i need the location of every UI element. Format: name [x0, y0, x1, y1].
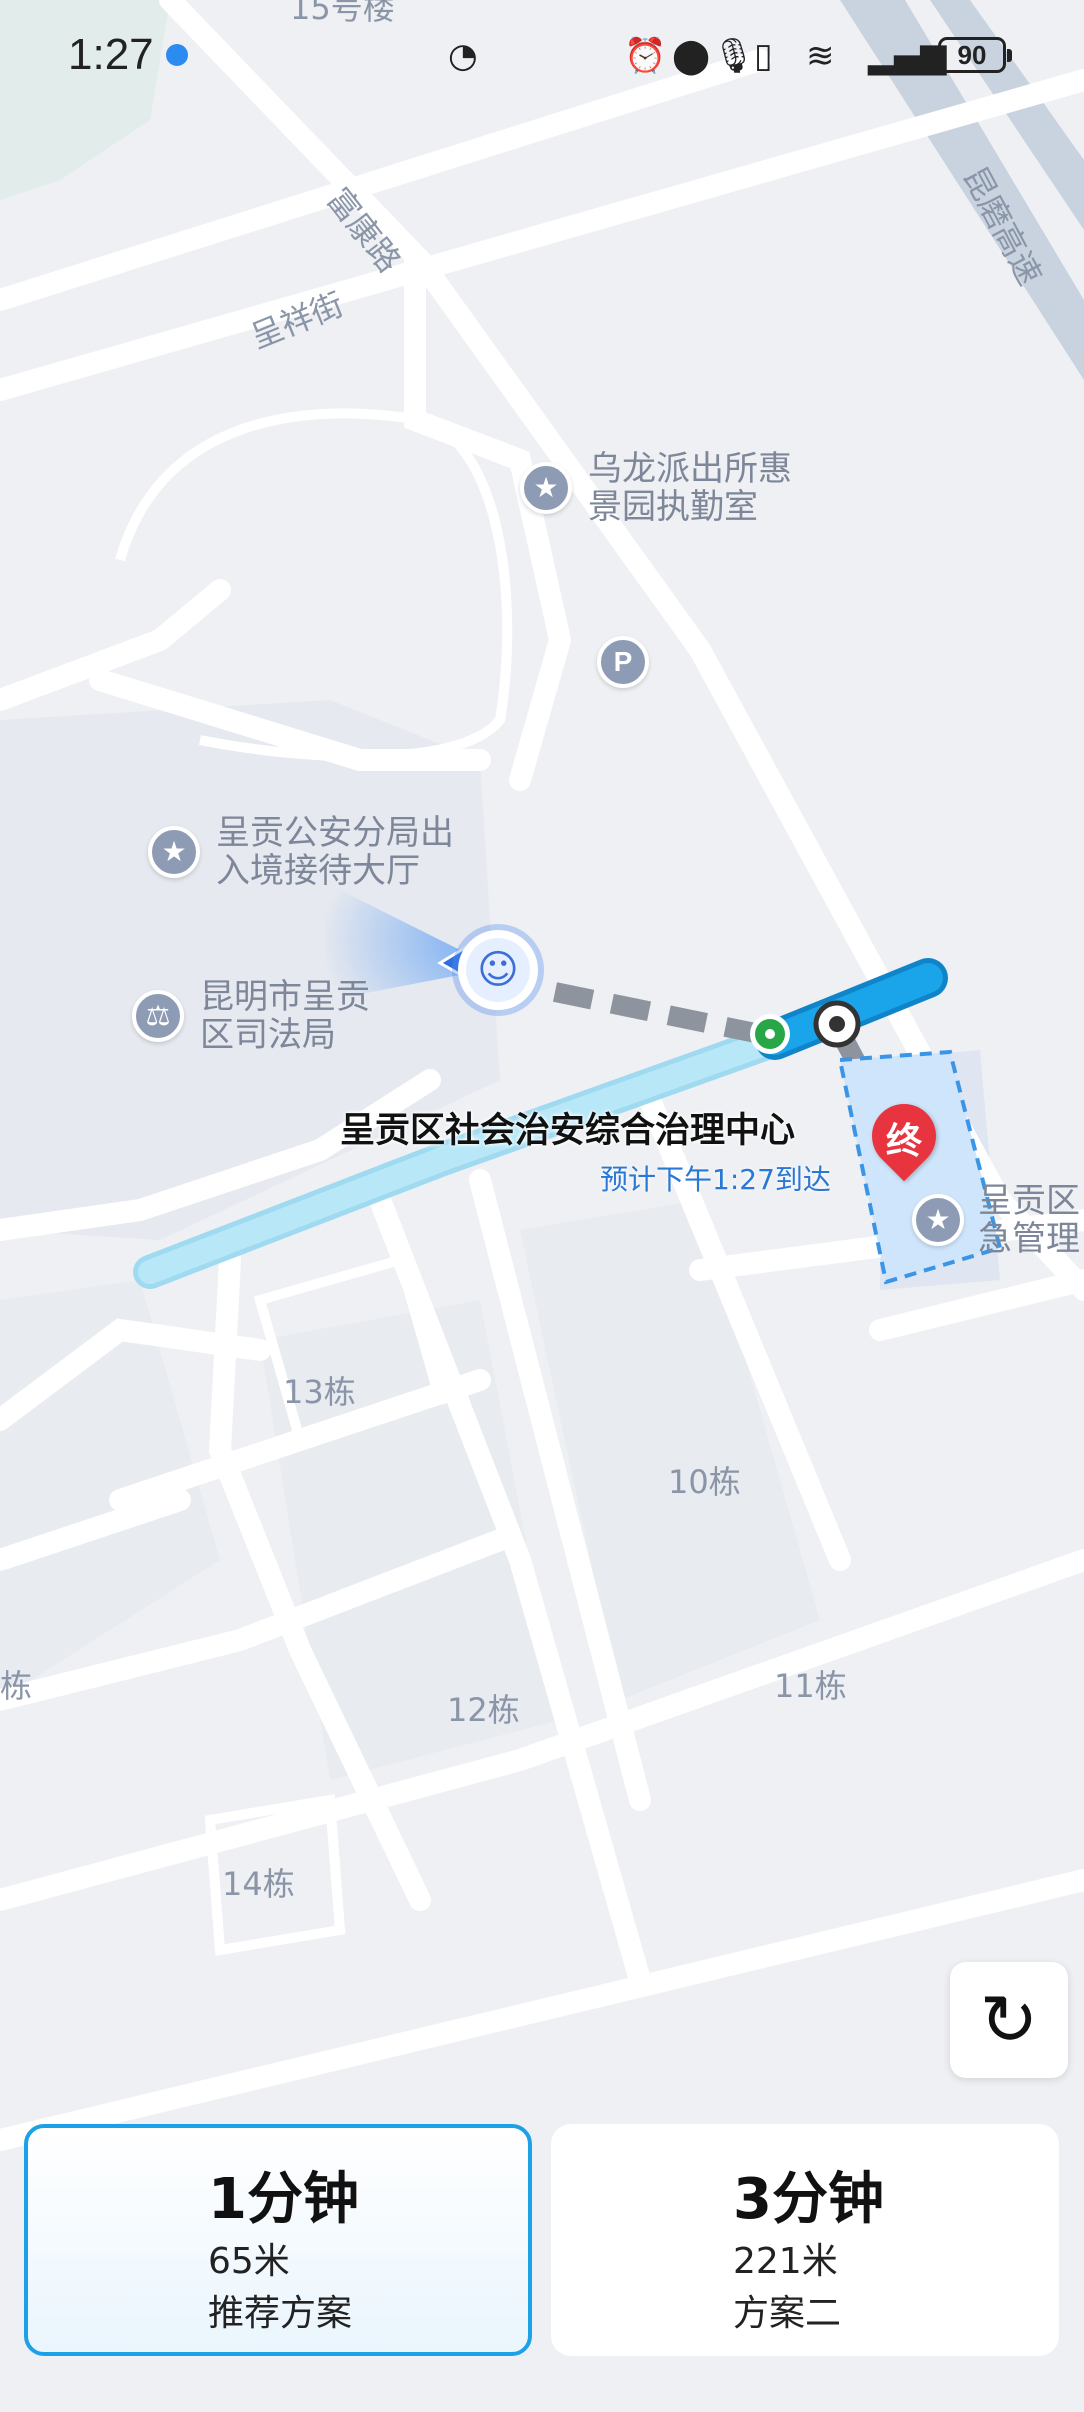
building-label: 11栋 [774, 1667, 847, 1705]
refresh-button[interactable]: ↻ [950, 1962, 1068, 2078]
scale-icon[interactable]: ⚖ [132, 990, 184, 1042]
poi-label[interactable]: 呈贡区 急管理 [978, 1182, 1080, 1258]
destination-eta: 预计下午1:27到达 [600, 1163, 831, 1196]
building-label: 10栋 [668, 1463, 741, 1501]
plan-distance: 221米 [733, 2241, 838, 2282]
plan-duration: 1分钟 [208, 2167, 359, 2232]
destination-name: 呈贡区社会治安综合治理中心 [340, 1111, 796, 1151]
building-label: 13栋 [283, 1373, 356, 1411]
poi-label[interactable]: 昆明市呈贡 区司法局 [200, 978, 370, 1054]
vibrate-icon: ▯ [754, 36, 773, 76]
building-label: 14栋 [222, 1865, 295, 1903]
wifi-icon: ≋ [806, 36, 835, 76]
location-icon: ⬤ [672, 36, 711, 76]
battery-indicator: 90 [938, 37, 1012, 73]
notification-icon [166, 44, 188, 66]
alarm-icon: ⏰ [624, 36, 667, 76]
star-icon[interactable]: ★ [912, 1194, 964, 1246]
poi-label[interactable]: 呈贡公安分局出 入境接待大厅 [216, 814, 454, 890]
refresh-icon: ↻ [979, 1979, 1039, 2061]
destination-marker-label: 终 [885, 1121, 922, 1162]
building-label: 栋 [0, 1667, 33, 1705]
user-location-avatar[interactable]: ☺ [458, 930, 538, 1010]
signal-icon: ▂▄▆ [868, 36, 947, 76]
status-time: 1:27 [68, 30, 154, 79]
route-plan-recommended[interactable]: 1分钟 65米 推荐方案 [24, 2124, 532, 2356]
speedometer-icon: ◔ [448, 36, 478, 76]
plan-label: 方案二 [733, 2293, 842, 2334]
plan-label: 推荐方案 [208, 2293, 353, 2334]
parking-icon[interactable]: P [597, 636, 649, 688]
building-label: 12栋 [447, 1691, 520, 1729]
status-bar: 1:27 ◔ ⏰ ⬤ 🎙 ▯ ≋ ▂▄▆ 90 [0, 0, 1084, 110]
avatar-icon: ☺ [466, 938, 530, 1002]
plan-duration: 3分钟 [733, 2167, 884, 2232]
road-label: 15号楼 [290, 0, 395, 27]
star-icon[interactable]: ★ [148, 826, 200, 878]
star-icon[interactable]: ★ [520, 462, 572, 514]
mic-icon: 🎙 [712, 36, 756, 76]
route-plan-two[interactable]: 3分钟 221米 方案二 [551, 2124, 1059, 2356]
poi-label[interactable]: 乌龙派出所惠 景园执勤室 [588, 450, 792, 526]
plan-distance: 65米 [208, 2241, 290, 2282]
